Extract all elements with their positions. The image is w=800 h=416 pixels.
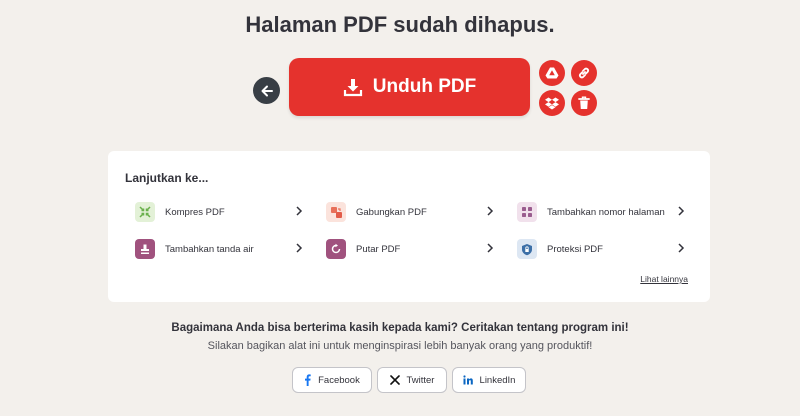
tool-compress-pdf[interactable]: Kompres PDF [135,201,303,223]
tool-page-numbers[interactable]: Tambahkan nomor halaman [517,201,685,223]
copy-link-button[interactable] [571,60,597,86]
continue-title: Lanjutkan ke... [125,171,209,185]
chevron-right-icon [678,206,685,216]
download-pdf-button[interactable]: Unduh PDF [289,58,530,116]
chevron-right-icon [296,243,303,253]
link-icon [579,67,589,79]
continue-card: Lanjutkan ke... Kompres PDF Gabungkan PD… [108,151,710,302]
google-drive-button[interactable] [539,60,565,86]
facebook-icon [305,374,311,386]
share-label: Twitter [406,374,435,386]
share-label: Facebook [318,374,360,386]
rotate-icon [326,239,346,259]
see-more-link[interactable]: Lihat lainnya [640,274,688,284]
dropbox-icon [545,97,559,109]
tool-label: Kompres PDF [165,206,225,218]
compress-icon [135,202,155,222]
tool-protect-pdf[interactable]: Proteksi PDF [517,238,685,260]
chevron-right-icon [296,206,303,216]
page-numbers-icon [517,202,537,222]
tool-label: Putar PDF [356,243,401,255]
chevron-right-icon [678,243,685,253]
delete-button[interactable] [571,90,597,116]
back-button[interactable] [253,77,280,104]
share-facebook-button[interactable]: Facebook [292,367,372,393]
linkedin-icon [462,375,473,385]
arrow-left-icon [261,85,273,96]
share-label: LinkedIn [479,374,516,386]
tool-watermark[interactable]: Tambahkan tanda air [135,238,303,260]
protect-icon [517,239,537,259]
tool-label: Gabungkan PDF [356,206,427,218]
trash-icon [578,96,590,109]
feedback-headline: Bagaimana Anda bisa berterima kasih kepa… [171,322,629,334]
x-twitter-icon [389,375,400,385]
download-icon [343,79,362,97]
feedback-subline: Silakan bagikan alat ini untuk menginspi… [207,340,593,352]
dropbox-button[interactable] [539,90,565,116]
watermark-icon [135,239,155,259]
merge-icon [326,202,346,222]
tool-label: Tambahkan nomor halaman [547,206,665,218]
tool-merge-pdf[interactable]: Gabungkan PDF [326,201,494,223]
tool-rotate-pdf[interactable]: Putar PDF [326,238,494,260]
download-label: Unduh PDF [372,76,477,97]
tool-label: Proteksi PDF [547,243,603,255]
tool-label: Tambahkan tanda air [165,243,254,255]
share-linkedin-button[interactable]: LinkedIn [452,367,526,393]
google-drive-icon [545,67,559,79]
chevron-right-icon [487,206,494,216]
page-title: Halaman PDF sudah dihapus. [245,12,555,37]
chevron-right-icon [487,243,494,253]
share-twitter-button[interactable]: Twitter [377,367,447,393]
